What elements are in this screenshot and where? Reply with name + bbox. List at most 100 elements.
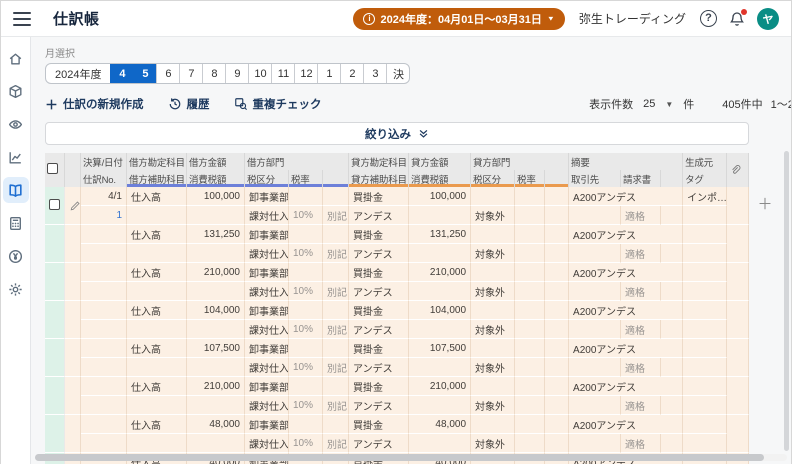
- duplicate-check-button[interactable]: 重複チェック: [234, 96, 322, 112]
- filter-expand-bar[interactable]: 絞り込み: [45, 122, 749, 145]
- month-button-8[interactable]: 8: [202, 64, 225, 83]
- cell-debit-account: 仕入高: [127, 339, 187, 358]
- menu-icon[interactable]: [13, 12, 31, 26]
- header-cell-row1-6: 貸方部門: [471, 153, 569, 170]
- table-row[interactable]: 仕入高131,250卸事業部買掛金131,250A200アンデス: [45, 225, 749, 244]
- cell-debit-tax-amount: [187, 396, 245, 415]
- cell-debit-tax-rate: 10%: [289, 282, 323, 301]
- table-row[interactable]: 仕入高107,500卸事業部買掛金107,500A200アンデス: [45, 339, 749, 358]
- cell-source: [683, 415, 727, 434]
- horizontal-scrollbar-thumb[interactable]: [35, 454, 764, 461]
- cell-credit-tax-rate: [515, 320, 545, 339]
- cell-bekki: 別記: [323, 206, 349, 225]
- cell-debit-sub-account: [127, 434, 187, 453]
- sidebar-item-yen[interactable]: [3, 243, 29, 269]
- history-button[interactable]: 履歴: [168, 96, 210, 112]
- month-button-10[interactable]: 10: [248, 64, 271, 83]
- cell-debit-tax-rate: 10%: [289, 358, 323, 377]
- month-button-11[interactable]: 11: [271, 64, 294, 83]
- box-icon: [7, 83, 24, 100]
- month-button-7[interactable]: 7: [179, 64, 202, 83]
- cell-credit-tax-amount: [409, 320, 471, 339]
- cell-invoice: 適格: [621, 396, 661, 415]
- cell-debit-account: 仕入高: [127, 263, 187, 282]
- company-name: 弥生トレーディング: [579, 10, 686, 27]
- month-button-2[interactable]: 2: [340, 64, 363, 83]
- cell-bekki: 別記: [323, 282, 349, 301]
- month-selector: 2024年度456789101112123決: [45, 63, 410, 84]
- cell-tag: [683, 434, 727, 453]
- month-button-1[interactable]: 1: [317, 64, 340, 83]
- table-row-detail[interactable]: 課対仕入10%別記アンデス対象外適格: [45, 358, 749, 377]
- cell-debit-tax-rate: 10%: [289, 206, 323, 225]
- table-row[interactable]: 仕入高48,000卸事業部買掛金48,000A200アンデス: [45, 415, 749, 434]
- pencil-icon[interactable]: [69, 200, 81, 212]
- sidebar-item-home[interactable]: [3, 45, 29, 71]
- cell-summary: A200アンデス: [569, 415, 683, 434]
- month-selector-label: 月選択: [45, 45, 791, 60]
- month-button-3[interactable]: 3: [363, 64, 386, 83]
- sidebar-item-eye[interactable]: [3, 111, 29, 137]
- table-row-detail[interactable]: 課対仕入10%別記アンデス対象外適格: [45, 282, 749, 301]
- cell-empty: [661, 396, 683, 415]
- cell-debit-amount: 210,000: [187, 377, 245, 396]
- cell-debit-tax-rate: 10%: [289, 320, 323, 339]
- header-cell-row2-6: 貸方補助科目: [349, 170, 409, 187]
- cell-credit-tax-rate: [515, 434, 545, 453]
- calculator-icon: [7, 215, 24, 232]
- select-all-checkbox[interactable]: [47, 163, 58, 174]
- table-row[interactable]: 仕入高210,000卸事業部買掛金210,000A200アンデス: [45, 263, 749, 282]
- horizontal-scrollbar: [35, 454, 787, 461]
- sidebar-item-box[interactable]: [3, 78, 29, 104]
- notifications-button[interactable]: [729, 11, 745, 27]
- sidebar-item-book[interactable]: [3, 177, 29, 203]
- month-button-決[interactable]: 決: [386, 64, 409, 83]
- sidebar-item-chart[interactable]: [3, 144, 29, 170]
- cell-empty: [289, 415, 323, 434]
- cell-credit-sub-account: アンデス: [349, 358, 409, 377]
- month-button-5[interactable]: 5: [133, 64, 156, 83]
- table-row-detail[interactable]: 課対仕入10%別記アンデス対象外適格: [45, 244, 749, 263]
- table-row-detail[interactable]: 1課対仕入10%別記アンデス対象外適格: [45, 206, 749, 225]
- fiscal-period-button[interactable]: i 2024年度：04月01日～03月31日 ▼: [353, 8, 564, 30]
- table-row-detail[interactable]: 課対仕入10%別記アンデス対象外適格: [45, 434, 749, 453]
- cell-credit-amount: 210,000: [409, 377, 471, 396]
- row-select-cell: [45, 187, 65, 225]
- cell-empty: [661, 358, 683, 377]
- sidebar-item-calculator[interactable]: [3, 210, 29, 236]
- add-row-button[interactable]: ＋: [757, 197, 773, 213]
- cell-debit-tax-class: 課対仕入: [245, 244, 289, 263]
- avatar[interactable]: ヤ: [757, 8, 779, 30]
- cell-bekki: 別記: [323, 320, 349, 339]
- cell-debit-tax-amount: [187, 244, 245, 263]
- table-row-detail[interactable]: 課対仕入10%別記アンデス対象外適格: [45, 320, 749, 339]
- journal-table: 決算/日付借方勘定科目借方金額借方部門貸方勘定科目貸方金額貸方部門摘要生成元仕訳…: [45, 153, 749, 464]
- new-entry-label: 仕訳の新規作成: [63, 96, 144, 112]
- help-icon[interactable]: ?: [700, 10, 717, 27]
- month-button-4[interactable]: 4: [110, 64, 133, 83]
- cell-empty: [545, 396, 569, 415]
- cell-credit-account: 買掛金: [349, 415, 409, 434]
- cell-partner: [569, 396, 621, 415]
- cell-date: [81, 301, 127, 320]
- vertical-scrollbar-thumb[interactable]: [784, 151, 789, 451]
- cell-tag: [683, 244, 727, 263]
- month-button-12[interactable]: 12: [294, 64, 317, 83]
- month-button-6[interactable]: 6: [156, 64, 179, 83]
- new-entry-button[interactable]: 仕訳の新規作成: [45, 96, 144, 112]
- table-row[interactable]: 仕入高210,000卸事業部買掛金210,000A200アンデス: [45, 377, 749, 396]
- table-row[interactable]: 4/1仕入高100,000卸事業部買掛金100,000A200アンデスインポ…: [45, 187, 749, 206]
- header-cell-row1-4: 貸方勘定科目: [349, 153, 409, 170]
- sidebar-item-gear[interactable]: [3, 276, 29, 302]
- table-row[interactable]: 仕入高104,000卸事業部買掛金104,000A200アンデス: [45, 301, 749, 320]
- cell-date: [81, 377, 127, 396]
- cell-attachment: [727, 263, 749, 301]
- row-checkbox[interactable]: [49, 199, 60, 210]
- table-row-detail[interactable]: 課対仕入10%別記アンデス対象外適格: [45, 396, 749, 415]
- month-button-9[interactable]: 9: [225, 64, 248, 83]
- filter-label: 絞り込み: [365, 126, 411, 142]
- cell-credit-account: 買掛金: [349, 377, 409, 396]
- cell-empty: [545, 415, 569, 434]
- double-chevron-down-icon: [418, 128, 429, 139]
- display-count-select[interactable]: 25 ▼: [643, 98, 673, 110]
